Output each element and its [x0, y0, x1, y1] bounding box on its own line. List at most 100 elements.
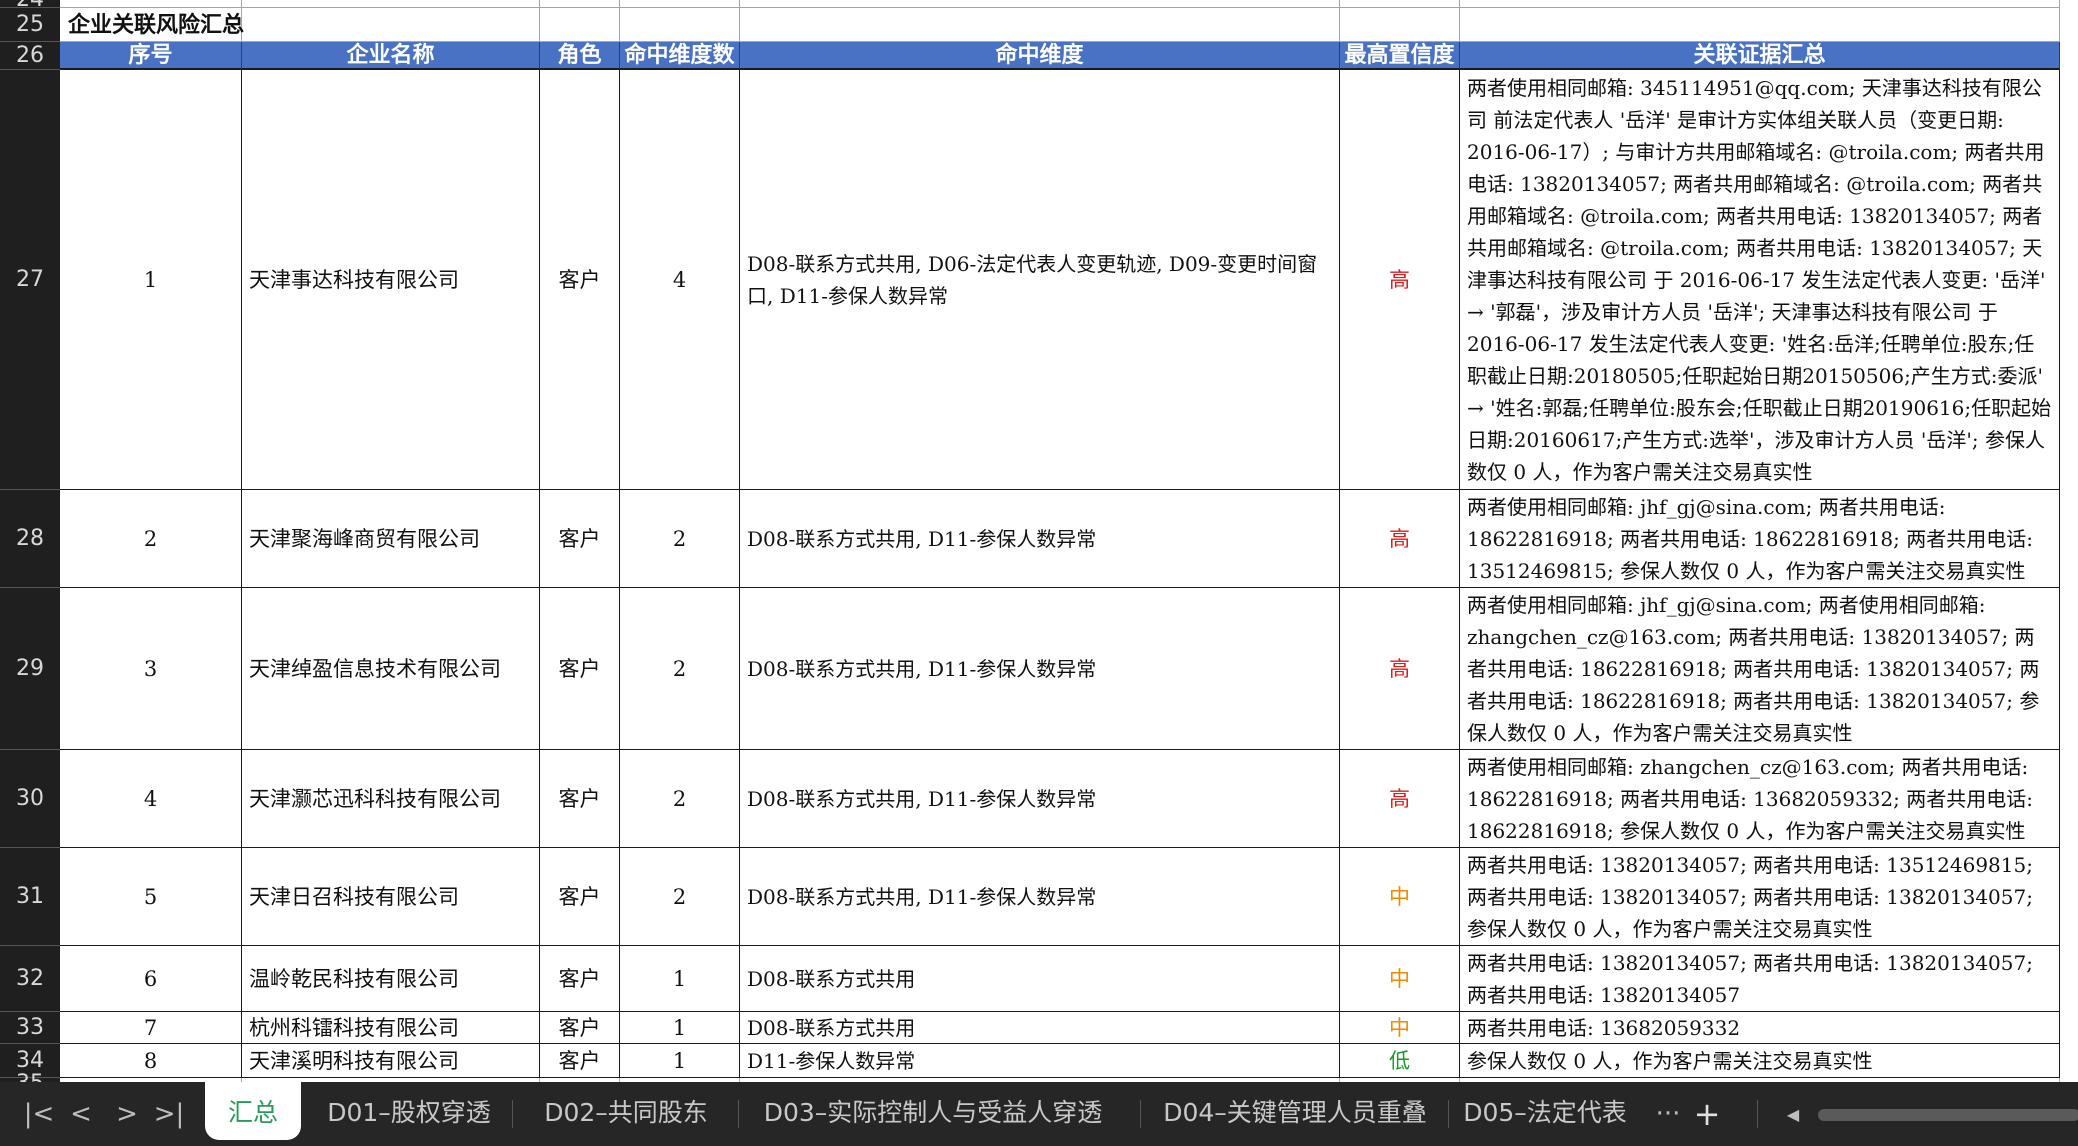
cell[interactable]	[540, 0, 620, 8]
cell[interactable]	[1460, 8, 2060, 42]
table-cell-no[interactable]: 7	[60, 1012, 242, 1044]
cell[interactable]	[740, 0, 1340, 8]
table-cell-name[interactable]: 温岭乾民科技有限公司	[242, 946, 540, 1012]
column-header[interactable]: 序号	[60, 42, 242, 70]
row-header[interactable]: 27	[0, 70, 60, 490]
tab-d05[interactable]: D05–法定代表	[1456, 1082, 1634, 1140]
table-cell-role[interactable]: 客户	[540, 1012, 620, 1044]
cell[interactable]	[1340, 0, 1460, 8]
table-cell-dims[interactable]: D08-联系方式共用, D11-参保人数异常	[740, 750, 1340, 848]
table-cell-dims[interactable]: D08-联系方式共用	[740, 1012, 1340, 1044]
column-header[interactable]: 企业名称	[242, 42, 540, 70]
cell[interactable]	[740, 8, 1340, 42]
sheet-tab-bar: |< < > >| 汇总 D01–股权穿透 D02–共同股东 D03–实际控制人…	[0, 1082, 2078, 1146]
first-sheet-button[interactable]: |<	[22, 1096, 56, 1132]
row-header[interactable]: 30	[0, 750, 60, 848]
table-cell-no[interactable]: 2	[60, 490, 242, 588]
table-cell-name[interactable]: 天津日召科技有限公司	[242, 848, 540, 946]
column-header[interactable]: 命中维度数	[620, 42, 740, 70]
cell[interactable]	[620, 0, 740, 8]
table-cell-role[interactable]: 客户	[540, 750, 620, 848]
table-cell-count[interactable]: 4	[620, 70, 740, 490]
tab-d03[interactable]: D03–实际控制人与受益人穿透	[752, 1082, 1114, 1140]
table-cell-conf[interactable]: 高	[1340, 750, 1460, 848]
table-cell-no[interactable]: 3	[60, 588, 242, 750]
table-cell-no[interactable]: 8	[60, 1044, 242, 1078]
table-cell-evidence[interactable]: 两者共用电话: 13820134057; 两者共用电话: 13820134057…	[1460, 946, 2060, 1012]
table-cell-evidence[interactable]: 两者使用相同邮箱: zhangchen_cz@163.com; 两者共用电话: …	[1460, 750, 2060, 848]
table-cell-no[interactable]: 6	[60, 946, 242, 1012]
table-cell-dims[interactable]: D08-联系方式共用	[740, 946, 1340, 1012]
table-cell-count[interactable]: 2	[620, 588, 740, 750]
add-sheet-button[interactable]: +	[1690, 1095, 1724, 1133]
table-cell-name[interactable]: 天津聚海峰商贸有限公司	[242, 490, 540, 588]
table-cell-name[interactable]: 杭州科镭科技有限公司	[242, 1012, 540, 1044]
tab-d04[interactable]: D04–关键管理人员重叠	[1154, 1082, 1436, 1140]
cell[interactable]	[60, 0, 242, 8]
row-header[interactable]: 33	[0, 1012, 60, 1044]
table-cell-no[interactable]: 1	[60, 70, 242, 490]
row-header[interactable]: 32	[0, 946, 60, 1012]
column-header[interactable]: 角色	[540, 42, 620, 70]
column-header[interactable]: 关联证据汇总	[1460, 42, 2060, 70]
table-cell-conf[interactable]: 中	[1340, 946, 1460, 1012]
table-cell-no[interactable]: 4	[60, 750, 242, 848]
column-header[interactable]: 最高置信度	[1340, 42, 1460, 70]
table-cell-evidence[interactable]: 两者使用相同邮箱: jhf_gj@sina.com; 两者共用电话: 18622…	[1460, 490, 2060, 588]
table-cell-role[interactable]: 客户	[540, 848, 620, 946]
column-header[interactable]: 命中维度	[740, 42, 1340, 70]
table-cell-name[interactable]: 天津灏芯迅科科技有限公司	[242, 750, 540, 848]
prev-sheet-button[interactable]: <	[64, 1096, 98, 1132]
table-cell-count[interactable]: 1	[620, 946, 740, 1012]
table-cell-conf[interactable]: 中	[1340, 1012, 1460, 1044]
table-cell-conf[interactable]: 高	[1340, 588, 1460, 750]
horizontal-scrollbar[interactable]	[1818, 1109, 2078, 1121]
table-cell-evidence[interactable]: 两者使用相同邮箱: 345114951@qq.com; 天津事达科技有限公司 前…	[1460, 70, 2060, 490]
row-header[interactable]: 29	[0, 588, 60, 750]
scroll-left-icon[interactable]: ◀	[1776, 1096, 1810, 1132]
table-cell-role[interactable]: 客户	[540, 588, 620, 750]
table-cell-count[interactable]: 1	[620, 1012, 740, 1044]
table-cell-dims[interactable]: D08-联系方式共用, D06-法定代表人变更轨迹, D09-变更时间窗口, D…	[740, 70, 1340, 490]
table-cell-count[interactable]: 2	[620, 750, 740, 848]
table-cell-count[interactable]: 2	[620, 848, 740, 946]
table-cell-name[interactable]: 天津事达科技有限公司	[242, 70, 540, 490]
row-header[interactable]: 26	[0, 42, 60, 70]
table-cell-role[interactable]: 客户	[540, 490, 620, 588]
table-cell-role[interactable]: 客户	[540, 1044, 620, 1078]
table-cell-evidence[interactable]: 两者共用电话: 13682059332	[1460, 1012, 2060, 1044]
table-cell-evidence[interactable]: 两者使用相同邮箱: jhf_gj@sina.com; 两者使用相同邮箱: zha…	[1460, 588, 2060, 750]
table-cell-conf[interactable]: 中	[1340, 848, 1460, 946]
table-cell-evidence[interactable]: 参保人数仅 0 人，作为客户需关注交易真实性	[1460, 1044, 2060, 1078]
table-cell-dims[interactable]: D08-联系方式共用, D11-参保人数异常	[740, 588, 1340, 750]
row-header[interactable]: 25	[0, 8, 60, 42]
table-cell-role[interactable]: 客户	[540, 70, 620, 490]
next-sheet-button[interactable]: >	[110, 1096, 144, 1132]
table-cell-conf[interactable]: 高	[1340, 70, 1460, 490]
table-cell-role[interactable]: 客户	[540, 946, 620, 1012]
table-cell-no[interactable]: 5	[60, 848, 242, 946]
more-tabs-button[interactable]: ···	[1644, 1096, 1692, 1132]
spreadsheet-grid[interactable]: 242526272829303132333435企业关联风险汇总序号企业名称角色…	[0, 0, 2078, 1082]
sheet-title[interactable]: 企业关联风险汇总	[60, 8, 660, 42]
table-cell-evidence[interactable]: 两者共用电话: 13820134057; 两者共用电话: 13512469815…	[1460, 848, 2060, 946]
table-cell-name[interactable]: 天津绰盈信息技术有限公司	[242, 588, 540, 750]
cell[interactable]	[242, 0, 540, 8]
row-header[interactable]: 31	[0, 848, 60, 946]
tab-d02[interactable]: D02–共同股东	[526, 1082, 726, 1140]
table-cell-count[interactable]: 2	[620, 490, 740, 588]
table-cell-conf[interactable]: 高	[1340, 490, 1460, 588]
cell[interactable]	[1460, 0, 2060, 8]
table-cell-count[interactable]: 1	[620, 1044, 740, 1078]
table-cell-dims[interactable]: D08-联系方式共用, D11-参保人数异常	[740, 848, 1340, 946]
table-cell-name[interactable]: 天津溪明科技有限公司	[242, 1044, 540, 1078]
table-cell-dims[interactable]: D11-参保人数异常	[740, 1044, 1340, 1078]
cell[interactable]	[1340, 8, 1460, 42]
row-header[interactable]: 28	[0, 490, 60, 588]
tab-d01[interactable]: D01–股权穿透	[318, 1082, 500, 1140]
row-header[interactable]: 24	[0, 0, 60, 12]
tab-summary[interactable]: 汇总	[205, 1082, 301, 1140]
table-cell-conf[interactable]: 低	[1340, 1044, 1460, 1078]
table-cell-dims[interactable]: D08-联系方式共用, D11-参保人数异常	[740, 490, 1340, 588]
last-sheet-button[interactable]: >|	[152, 1096, 186, 1132]
